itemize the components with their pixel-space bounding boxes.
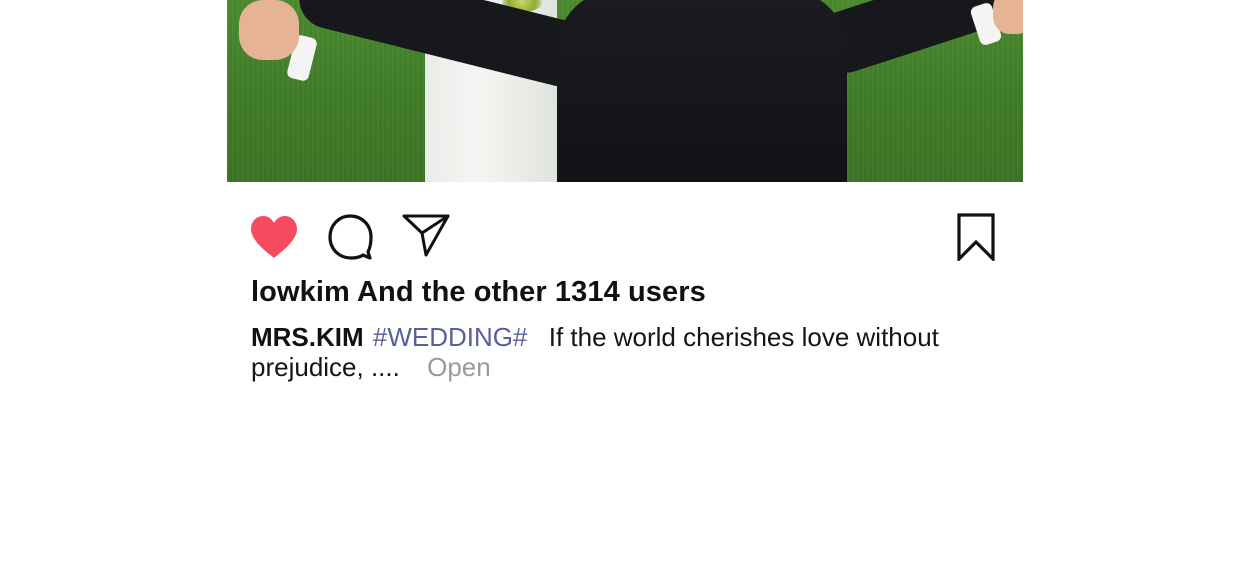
likes-summary[interactable]: lowkim And the other 1314 users	[251, 276, 706, 309]
post-card: lowkim And the other 1314 users MRS.KIM …	[0, 0, 1250, 561]
bookmark-icon[interactable]	[956, 213, 996, 261]
groom-right-hand	[993, 0, 1023, 34]
post-photo[interactable]	[227, 0, 1023, 182]
open-caption-link[interactable]: Open	[427, 352, 491, 382]
speech-bubble-icon[interactable]	[327, 214, 373, 260]
caption-author[interactable]: MRS.KIM	[251, 322, 364, 352]
paper-plane-icon[interactable]	[402, 213, 450, 257]
caption-text-line1: If the world cherishes love without	[548, 322, 939, 352]
caption-hashtag[interactable]: #WEDDING#	[373, 322, 528, 352]
groom-left-hand	[239, 0, 299, 60]
caption-text-line2: prejudice, ....	[251, 352, 400, 382]
groom-torso	[557, 0, 847, 182]
post-caption: MRS.KIM #WEDDING# If the world cherishes…	[251, 322, 951, 382]
heart-icon[interactable]	[249, 214, 299, 260]
